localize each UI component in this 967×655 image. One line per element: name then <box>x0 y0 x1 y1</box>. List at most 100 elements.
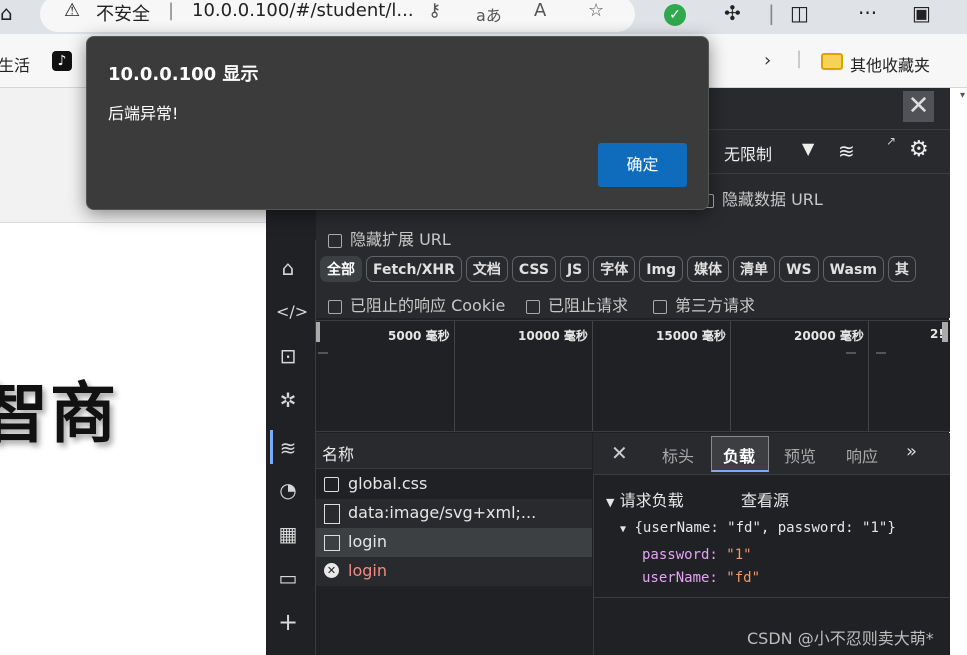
ok-button[interactable]: 确定 <box>598 143 687 187</box>
filter-chip-js[interactable]: JS <box>559 256 590 282</box>
filter-chip-doc[interactable]: 文档 <box>465 256 508 282</box>
filter-chip-media[interactable]: 媒体 <box>687 256 730 282</box>
filter-chip-ws[interactable]: WS <box>779 256 819 282</box>
tab-response[interactable]: 响应 <box>846 443 878 467</box>
bookmark-item[interactable]: 生活 <box>0 52 30 76</box>
more-menu-icon[interactable]: ··· <box>858 1 877 25</box>
filter-chip-img[interactable]: Img <box>639 256 684 282</box>
translate-icon[interactable]: aあ <box>476 2 502 26</box>
tab-payload[interactable]: 负载 <box>723 443 755 467</box>
split-screen-icon[interactable]: ◫ <box>790 1 809 25</box>
filter-chip-manifest[interactable]: 清单 <box>733 256 776 282</box>
application-icon[interactable]: ▭ <box>276 566 300 590</box>
tiktok-icon[interactable]: ♪ <box>52 51 72 71</box>
filter-chip-wasm[interactable]: Wasm <box>822 256 884 282</box>
filter-chip-font[interactable]: 字体 <box>593 256 636 282</box>
payload-key: userName: <box>642 570 718 586</box>
hide-data-url-checkbox[interactable]: 隐藏数据 URL <box>700 186 823 210</box>
dialog-title: 10.0.0.100 显示 <box>108 64 259 85</box>
checkbox-icon <box>526 299 540 314</box>
filter-chip-all[interactable]: 全部 <box>320 256 362 282</box>
more-tabs-icon[interactable]: » <box>906 441 917 462</box>
window-edge <box>949 88 967 655</box>
bug-icon[interactable]: ✲ <box>276 388 300 412</box>
blocked-cookie-label: 已阻止的响应 Cookie <box>350 296 506 315</box>
filter-chip-css[interactable]: CSS <box>511 256 556 282</box>
divider <box>594 597 950 598</box>
payload-summary[interactable]: ▼ {userName: "fd", password: "1"} <box>620 520 896 536</box>
settings-gear-icon[interactable]: ⚙ <box>909 137 929 162</box>
timeline-tick: 10000 毫秒 <box>518 329 588 343</box>
third-party-checkbox[interactable]: 第三方请求 <box>653 292 755 316</box>
separator-icon: | <box>768 1 775 25</box>
payload-password-row: password: "1" <box>642 547 752 563</box>
payload-value: "fd" <box>726 570 761 586</box>
page-title: 智商 <box>0 374 118 452</box>
warning-icon: ⚠ <box>64 0 81 21</box>
view-source-link[interactable]: 查看源 <box>741 487 789 511</box>
sidebar-toggle-icon[interactable]: ▣ <box>912 1 931 25</box>
request-row-selected[interactable]: login <box>316 528 592 557</box>
request-name: global.css <box>348 474 428 493</box>
close-detail-icon[interactable]: ✕ <box>611 441 628 465</box>
request-name: data:image/svg+xml;... <box>348 503 537 522</box>
tab-preview[interactable]: 预览 <box>784 443 816 467</box>
elements-code-icon[interactable]: </> <box>276 300 308 324</box>
home-icon[interactable]: ⌂ <box>0 1 13 25</box>
payload-object: {userName: "fd", password: "1"} <box>634 520 896 536</box>
payload-key: password: <box>642 547 718 563</box>
close-devtools-button[interactable]: ✕ <box>903 91 934 122</box>
request-row[interactable]: global.css <box>316 470 592 499</box>
request-name: login <box>348 561 387 580</box>
payload-section-toggle[interactable]: ▼ 请求负载 <box>606 487 684 511</box>
hide-ext-url-label: 隐藏扩展 URL <box>350 230 451 249</box>
home-icon[interactable]: ⌂ <box>276 256 300 280</box>
filter-chips: 全部 Fetch/XHR 文档 CSS JS 字体 Img 媒体 清单 WS Wasm 其 <box>320 256 920 282</box>
expand-triangle-icon: ▼ <box>606 496 615 509</box>
dialog-message: 后端异常! <box>108 104 179 123</box>
security-label[interactable]: 不安全 <box>96 0 150 26</box>
stylesheet-icon <box>324 477 339 492</box>
url-text[interactable]: 10.0.0.100/#/student/l... <box>192 0 414 21</box>
network-wifi-icon[interactable]: ≋ <box>276 436 300 460</box>
detail-tabs <box>593 433 950 475</box>
timeline-handle[interactable] <box>942 322 948 342</box>
import-icon[interactable]: ↗ <box>886 134 896 148</box>
blocked-cookie-checkbox[interactable]: 已阻止的响应 Cookie <box>328 292 505 316</box>
chevron-right-icon[interactable]: › <box>764 50 771 71</box>
extensions-puzzle-icon[interactable]: ✣ <box>724 1 741 25</box>
checkbox-icon <box>328 299 342 314</box>
timeline-bar <box>318 352 328 354</box>
timeline-bar <box>846 352 856 354</box>
other-bookmarks-folder[interactable]: 其他收藏夹 <box>850 52 930 76</box>
request-name: login <box>348 532 387 551</box>
network-conditions-icon[interactable]: ≋ <box>838 139 855 163</box>
performance-gauge-icon[interactable]: ◔ <box>276 478 300 502</box>
blocked-request-checkbox[interactable]: 已阻止请求 <box>526 292 628 316</box>
extension-icon[interactable]: ✓ <box>664 4 686 26</box>
timeline-bar <box>876 352 886 354</box>
filter-chip-other[interactable]: 其 <box>887 256 916 282</box>
request-list-header[interactable]: 名称 <box>316 433 592 469</box>
memory-chip-icon[interactable]: ▦ <box>276 522 300 546</box>
timeline-tick: 15000 毫秒 <box>656 329 726 343</box>
expand-triangle-icon: ▼ <box>620 524 627 535</box>
add-tool-icon[interactable]: + <box>276 610 300 634</box>
console-icon[interactable]: ⊡ <box>276 344 300 368</box>
read-aloud-icon[interactable]: A <box>534 0 546 21</box>
hide-extension-url-checkbox[interactable]: 隐藏扩展 URL <box>328 226 451 250</box>
key-icon[interactable]: ⚷ <box>428 0 441 21</box>
request-row-error[interactable]: ✕ login <box>316 557 592 586</box>
favorite-star-icon[interactable]: ☆ <box>588 0 604 21</box>
error-icon: ✕ <box>324 563 339 578</box>
timeline-tick: 20000 毫秒 <box>794 329 864 343</box>
request-row[interactable]: data:image/svg+xml;... <box>316 499 592 528</box>
timeline-tick: 5000 毫秒 <box>388 329 450 343</box>
address-bar[interactable]: ⚠ 不安全 | 10.0.0.100/#/student/l... ⚷ aあ A… <box>40 0 635 32</box>
filter-chip-fetch[interactable]: Fetch/XHR <box>366 256 462 282</box>
scroll-arrow-icon[interactable]: ▾ <box>960 90 965 101</box>
separator: | <box>796 48 803 69</box>
tab-headers[interactable]: 标头 <box>662 443 694 467</box>
hide-data-url-label: 隐藏数据 URL <box>722 190 823 209</box>
window-edge-mask <box>950 250 967 286</box>
